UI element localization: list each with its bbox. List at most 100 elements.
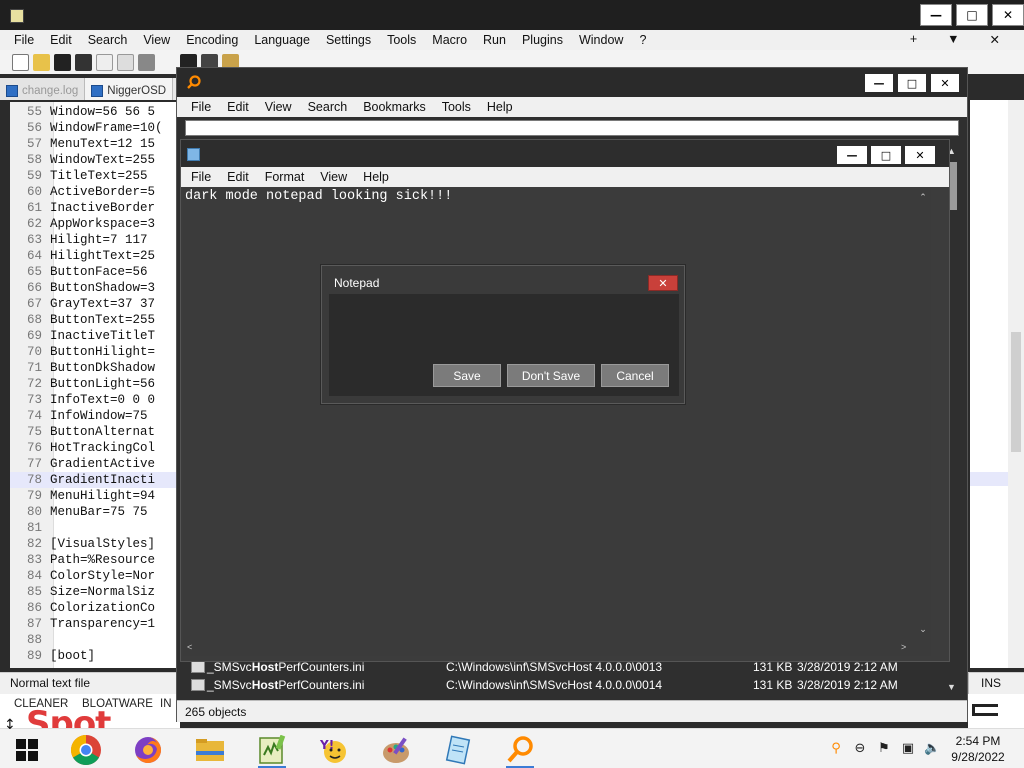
close-button[interactable]: ✕ (931, 74, 959, 92)
notepad-titlebar[interactable]: — □ ✕ (181, 140, 949, 168)
menu-format[interactable]: Format (265, 170, 305, 184)
file-explorer-icon[interactable] (192, 732, 228, 768)
network-icon[interactable]: ▣ (900, 741, 916, 757)
maximize-button[interactable]: □ (956, 4, 988, 26)
vertical-scrollbar[interactable] (1008, 100, 1024, 668)
result-row[interactable]: _SMSvcHostPerfCounters.ini C:\Windows\in… (185, 676, 947, 694)
minus-tray-icon[interactable]: ⊖ (852, 741, 868, 757)
scroll-up-arrow-icon[interactable]: ⌃ (917, 192, 929, 203)
minimize-button[interactable]: — (865, 74, 893, 92)
line-text: InfoWindow=75 (50, 409, 148, 423)
maximize-button[interactable]: □ (871, 146, 901, 164)
close-tab-button[interactable]: ✕ (990, 32, 1000, 47)
notepadpp-right-pane (970, 100, 1024, 668)
notepad-vertical-scrollbar[interactable]: ⌃ ⌄ (915, 188, 931, 640)
notepadpp-icon[interactable] (254, 732, 290, 768)
maximize-button[interactable]: □ (898, 74, 926, 92)
flag-tray-icon[interactable]: ⚑ (876, 741, 892, 757)
menu-search[interactable]: Search (88, 33, 128, 47)
menu-help[interactable]: ? (639, 33, 646, 47)
scrollbar-thumb[interactable] (1011, 332, 1021, 452)
menu-view[interactable]: View (265, 100, 292, 114)
tab-niggerosd[interactable]: NiggerOSD (85, 78, 174, 100)
menu-macro[interactable]: Macro (432, 33, 467, 47)
resize-cursor-icon: ↕ (4, 717, 16, 733)
menu-help[interactable]: Help (487, 100, 513, 114)
resize-grip-icon[interactable] (915, 640, 931, 656)
firefox-icon[interactable] (130, 732, 166, 768)
desktop-label-in[interactable]: IN (160, 698, 172, 710)
menu-run[interactable]: Run (483, 33, 506, 47)
everything-tray-icon[interactable]: ⚲ (828, 741, 844, 757)
print-icon[interactable] (138, 53, 155, 71)
dont-save-button[interactable]: Don't Save (507, 364, 595, 387)
everything-search-input[interactable] (185, 120, 959, 136)
scroll-left-arrow-icon[interactable]: < (187, 642, 192, 652)
start-button[interactable] (16, 739, 38, 761)
menu-search[interactable]: Search (308, 100, 348, 114)
menu-file[interactable]: File (14, 33, 34, 47)
windows-logo-pane (28, 739, 38, 749)
scroll-down-arrow-icon[interactable]: ⌄ (917, 624, 929, 635)
save-all-icon[interactable] (75, 53, 92, 71)
menu-edit[interactable]: Edit (227, 170, 249, 184)
menu-view[interactable]: View (320, 170, 347, 184)
line-text: ButtonDkShadow (50, 361, 156, 375)
close-all-icon[interactable] (117, 53, 134, 71)
everything-search-icon[interactable] (502, 732, 538, 768)
menu-file[interactable]: File (191, 170, 211, 184)
close-button[interactable]: ✕ (905, 146, 935, 164)
scroll-right-arrow-icon[interactable]: > (901, 642, 906, 652)
menu-view[interactable]: View (143, 33, 170, 47)
system-clock[interactable]: 2:54 PM 9/28/2022 (950, 733, 1006, 765)
desktop-label-cleaner[interactable]: CLEANER (14, 698, 68, 710)
line-number: 72 (26, 377, 42, 391)
menu-tools[interactable]: Tools (442, 100, 471, 114)
new-file-icon[interactable] (12, 53, 29, 71)
menu-edit[interactable]: Edit (50, 33, 72, 47)
minimize-button[interactable]: — (837, 146, 867, 164)
notepad-horizontal-scrollbar[interactable]: < > (183, 640, 915, 656)
paint-icon[interactable] (378, 732, 414, 768)
dialog-close-button[interactable]: ✕ (648, 275, 678, 291)
line-number: 65 (26, 265, 42, 279)
notepadpp-menubar: File Edit Search View Encoding Language … (0, 30, 1024, 50)
close-button[interactable]: ✕ (992, 4, 1024, 26)
menu-edit[interactable]: Edit (227, 100, 249, 114)
menu-language[interactable]: Language (254, 33, 310, 47)
save-icon[interactable] (54, 53, 71, 71)
line-text: ButtonText=255 (50, 313, 156, 327)
menu-tools[interactable]: Tools (387, 33, 416, 47)
ini-file-icon (191, 661, 205, 673)
open-file-icon[interactable] (33, 53, 50, 71)
menu-bookmarks[interactable]: Bookmarks (363, 100, 426, 114)
desktop-label-bloatware[interactable]: BLOATWARE (82, 698, 153, 710)
line-number: 75 (26, 425, 42, 439)
notepad-text-area[interactable]: dark mode notepad looking sick!!! (183, 188, 915, 640)
new-tab-button[interactable]: + (910, 32, 917, 47)
menu-plugins[interactable]: Plugins (522, 33, 563, 47)
chrome-icon[interactable] (68, 732, 104, 768)
menu-encoding[interactable]: Encoding (186, 33, 238, 47)
minimize-button[interactable]: — (920, 4, 952, 26)
line-number: 81 (26, 521, 42, 535)
menu-file[interactable]: File (191, 100, 211, 114)
scroll-down-arrow-icon[interactable]: ▼ (947, 682, 956, 692)
menu-window[interactable]: Window (579, 33, 623, 47)
cancel-button[interactable]: Cancel (601, 364, 669, 387)
notepad-icon[interactable] (440, 732, 476, 768)
tab-change-log[interactable]: change.log (0, 78, 86, 100)
yahoo-messenger-icon[interactable]: Y! (316, 732, 352, 768)
menu-settings[interactable]: Settings (326, 33, 371, 47)
everything-titlebar[interactable]: — □ ✕ (177, 68, 967, 98)
line-text: [boot] (50, 649, 96, 663)
menu-help[interactable]: Help (363, 170, 389, 184)
volume-icon[interactable]: 🔈 (924, 741, 940, 757)
line-number: 68 (26, 313, 42, 327)
save-button[interactable]: Save (433, 364, 501, 387)
close-file-icon[interactable] (96, 53, 113, 71)
tab-list-button[interactable]: ▼ (947, 32, 959, 47)
toolbar-separator (159, 54, 176, 71)
notepadpp-titlebar[interactable]: — □ ✕ (0, 0, 1024, 32)
line-number: 57 (26, 137, 42, 151)
